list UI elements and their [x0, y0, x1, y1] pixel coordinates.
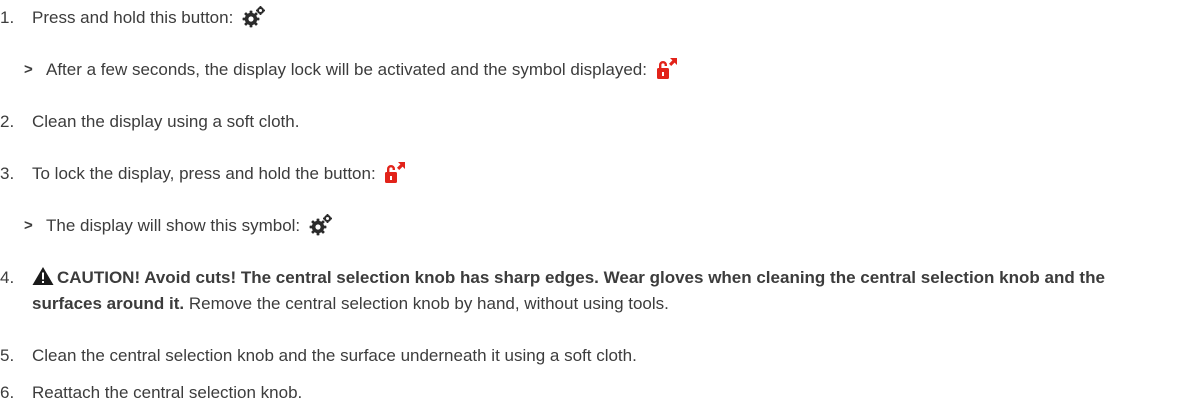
- settings-gear-icon: [309, 213, 333, 236]
- step-text: To lock the display, press and hold the …: [32, 164, 376, 183]
- step-3: 3. To lock the display, press and hold t…: [0, 161, 1178, 187]
- step-text: Press and hold this button:: [32, 8, 234, 27]
- step-5: 5. Clean the central selection knob and …: [0, 343, 1178, 369]
- step-number: 5.: [0, 346, 15, 365]
- result-marker: >: [24, 61, 33, 78]
- step-number: 6.: [0, 383, 15, 402]
- step-4: 4. CAUTION! Avoid cuts! The central sele…: [0, 265, 1178, 317]
- step-number: 1.: [0, 8, 15, 27]
- step-text: Clean the display using a soft cloth.: [32, 112, 300, 131]
- result-marker: >: [24, 217, 33, 234]
- instruction-document: 1. Press and hold this button: > After a…: [0, 0, 1186, 410]
- step-6: 6. Reattach the central selection knob.: [0, 380, 1178, 406]
- result-3: > The display will show this symbol:: [0, 213, 1178, 239]
- step-1: 1. Press and hold this button:: [0, 5, 1178, 31]
- step-text: Reattach the central selection knob.: [32, 383, 303, 402]
- step-number: 3.: [0, 164, 15, 183]
- step-2: 2. Clean the display using a soft cloth.: [0, 109, 1178, 135]
- unlock-icon: [656, 57, 678, 81]
- result-1: > After a few seconds, the display lock …: [0, 57, 1178, 83]
- result-text: The display will show this symbol:: [46, 216, 301, 235]
- result-text: After a few seconds, the display lock wi…: [46, 60, 647, 79]
- unlock-icon: [384, 161, 406, 185]
- warning-triangle-icon: [32, 266, 54, 286]
- step-number: 4.: [0, 268, 15, 287]
- settings-gear-icon: [242, 5, 266, 28]
- step-text: Clean the central selection knob and the…: [32, 346, 637, 365]
- step-number: 2.: [0, 112, 15, 131]
- step-text: Remove the central selection knob by han…: [184, 294, 669, 313]
